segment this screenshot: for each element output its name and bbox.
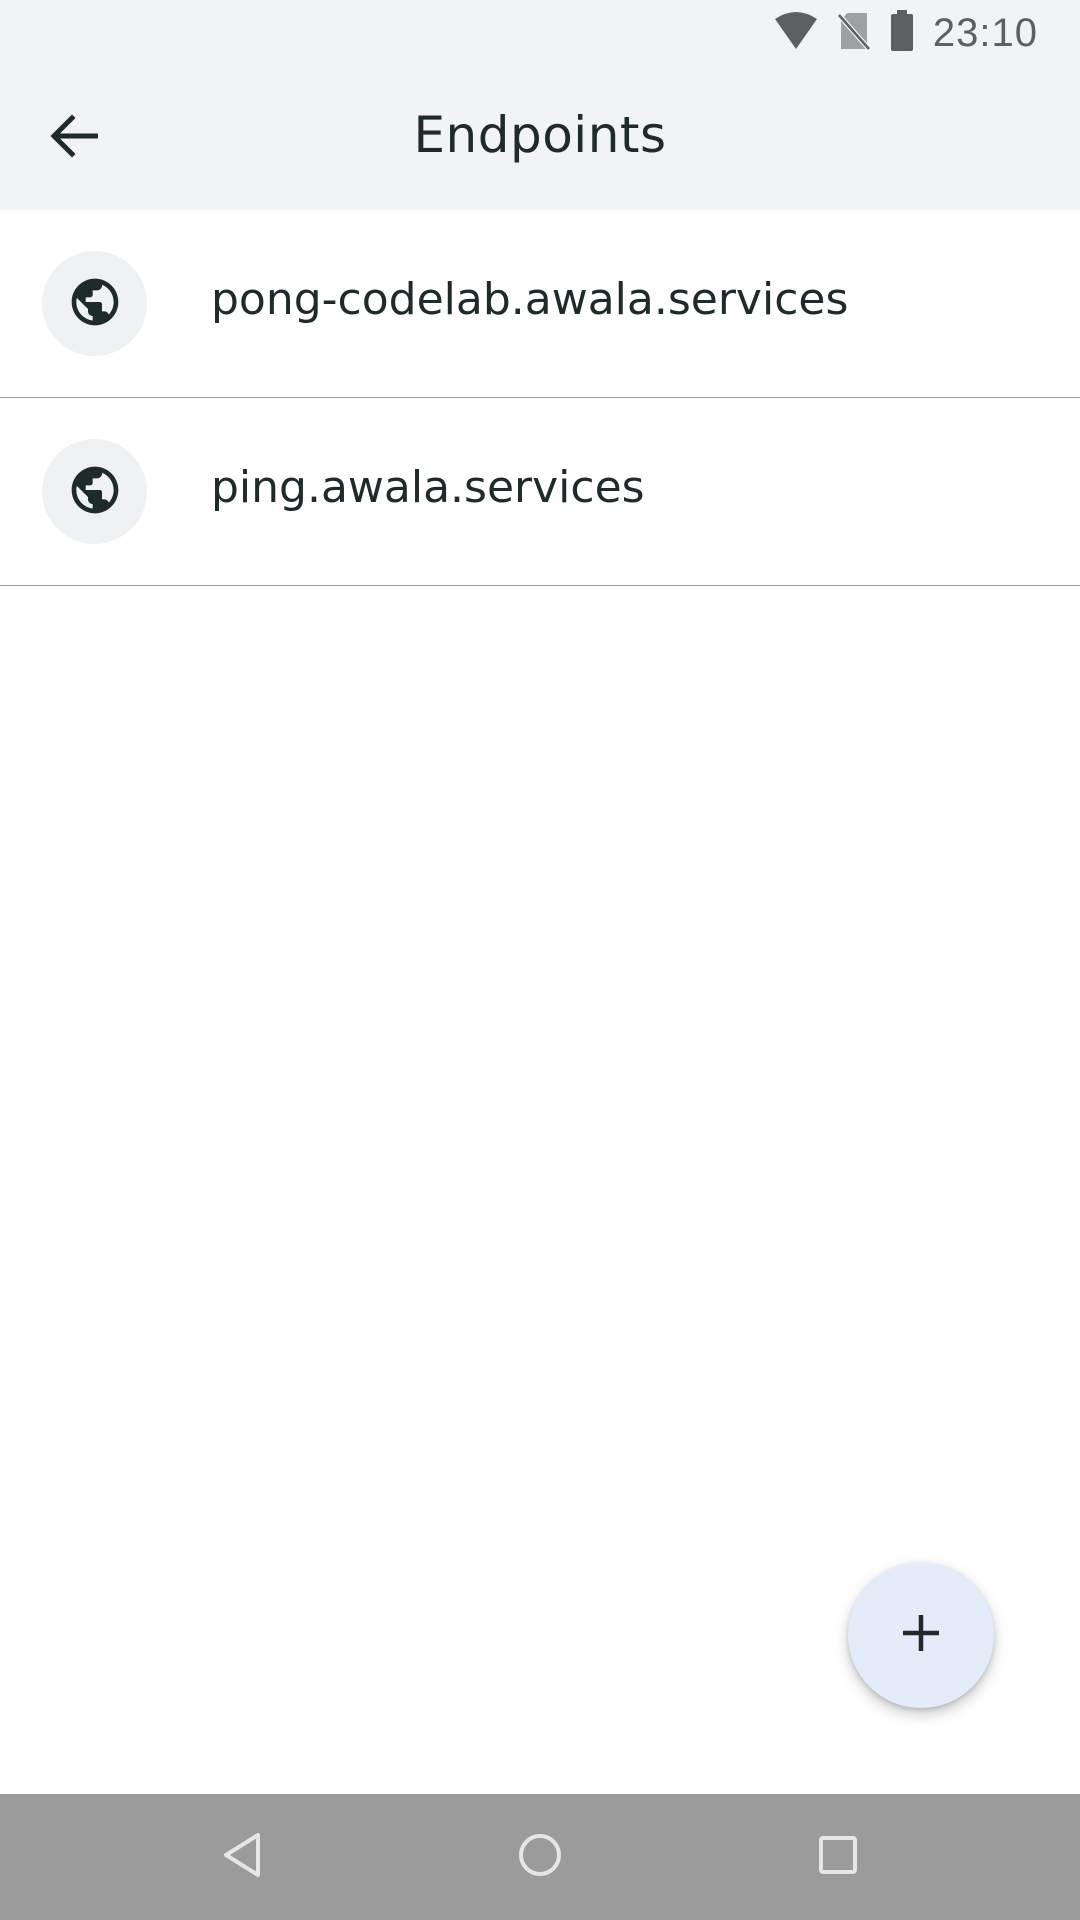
nav-home-icon — [517, 1832, 563, 1882]
status-icons: 23:10 — [773, 8, 1038, 58]
status-bar: 23:10 — [0, 0, 1080, 66]
globe-icon — [67, 274, 123, 334]
status-time: 23:10 — [932, 10, 1038, 55]
no-sim-icon — [837, 11, 871, 55]
app-bar: Endpoints — [0, 66, 1080, 210]
system-nav-bar — [0, 1794, 1080, 1920]
battery-icon — [889, 10, 915, 56]
add-endpoint-button[interactable] — [848, 1562, 994, 1708]
nav-home-button[interactable] — [508, 1825, 572, 1889]
nav-back-button[interactable] — [210, 1825, 274, 1889]
list-item[interactable]: pong-codelab.awala.services — [0, 210, 1080, 398]
avatar — [42, 251, 147, 356]
endpoint-list: pong-codelab.awala.services ping.awala.s… — [0, 210, 1080, 586]
endpoint-label: ping.awala.services — [211, 462, 645, 513]
page-title: Endpoints — [413, 106, 667, 164]
plus-icon — [901, 1613, 941, 1657]
list-item[interactable]: ping.awala.services — [0, 398, 1080, 586]
endpoint-label: pong-codelab.awala.services — [211, 274, 849, 325]
avatar — [42, 439, 147, 544]
globe-icon — [67, 462, 123, 522]
nav-recents-icon — [817, 1834, 859, 1880]
wifi-icon — [773, 11, 819, 55]
nav-recents-button[interactable] — [806, 1825, 870, 1889]
nav-back-icon — [220, 1831, 264, 1883]
